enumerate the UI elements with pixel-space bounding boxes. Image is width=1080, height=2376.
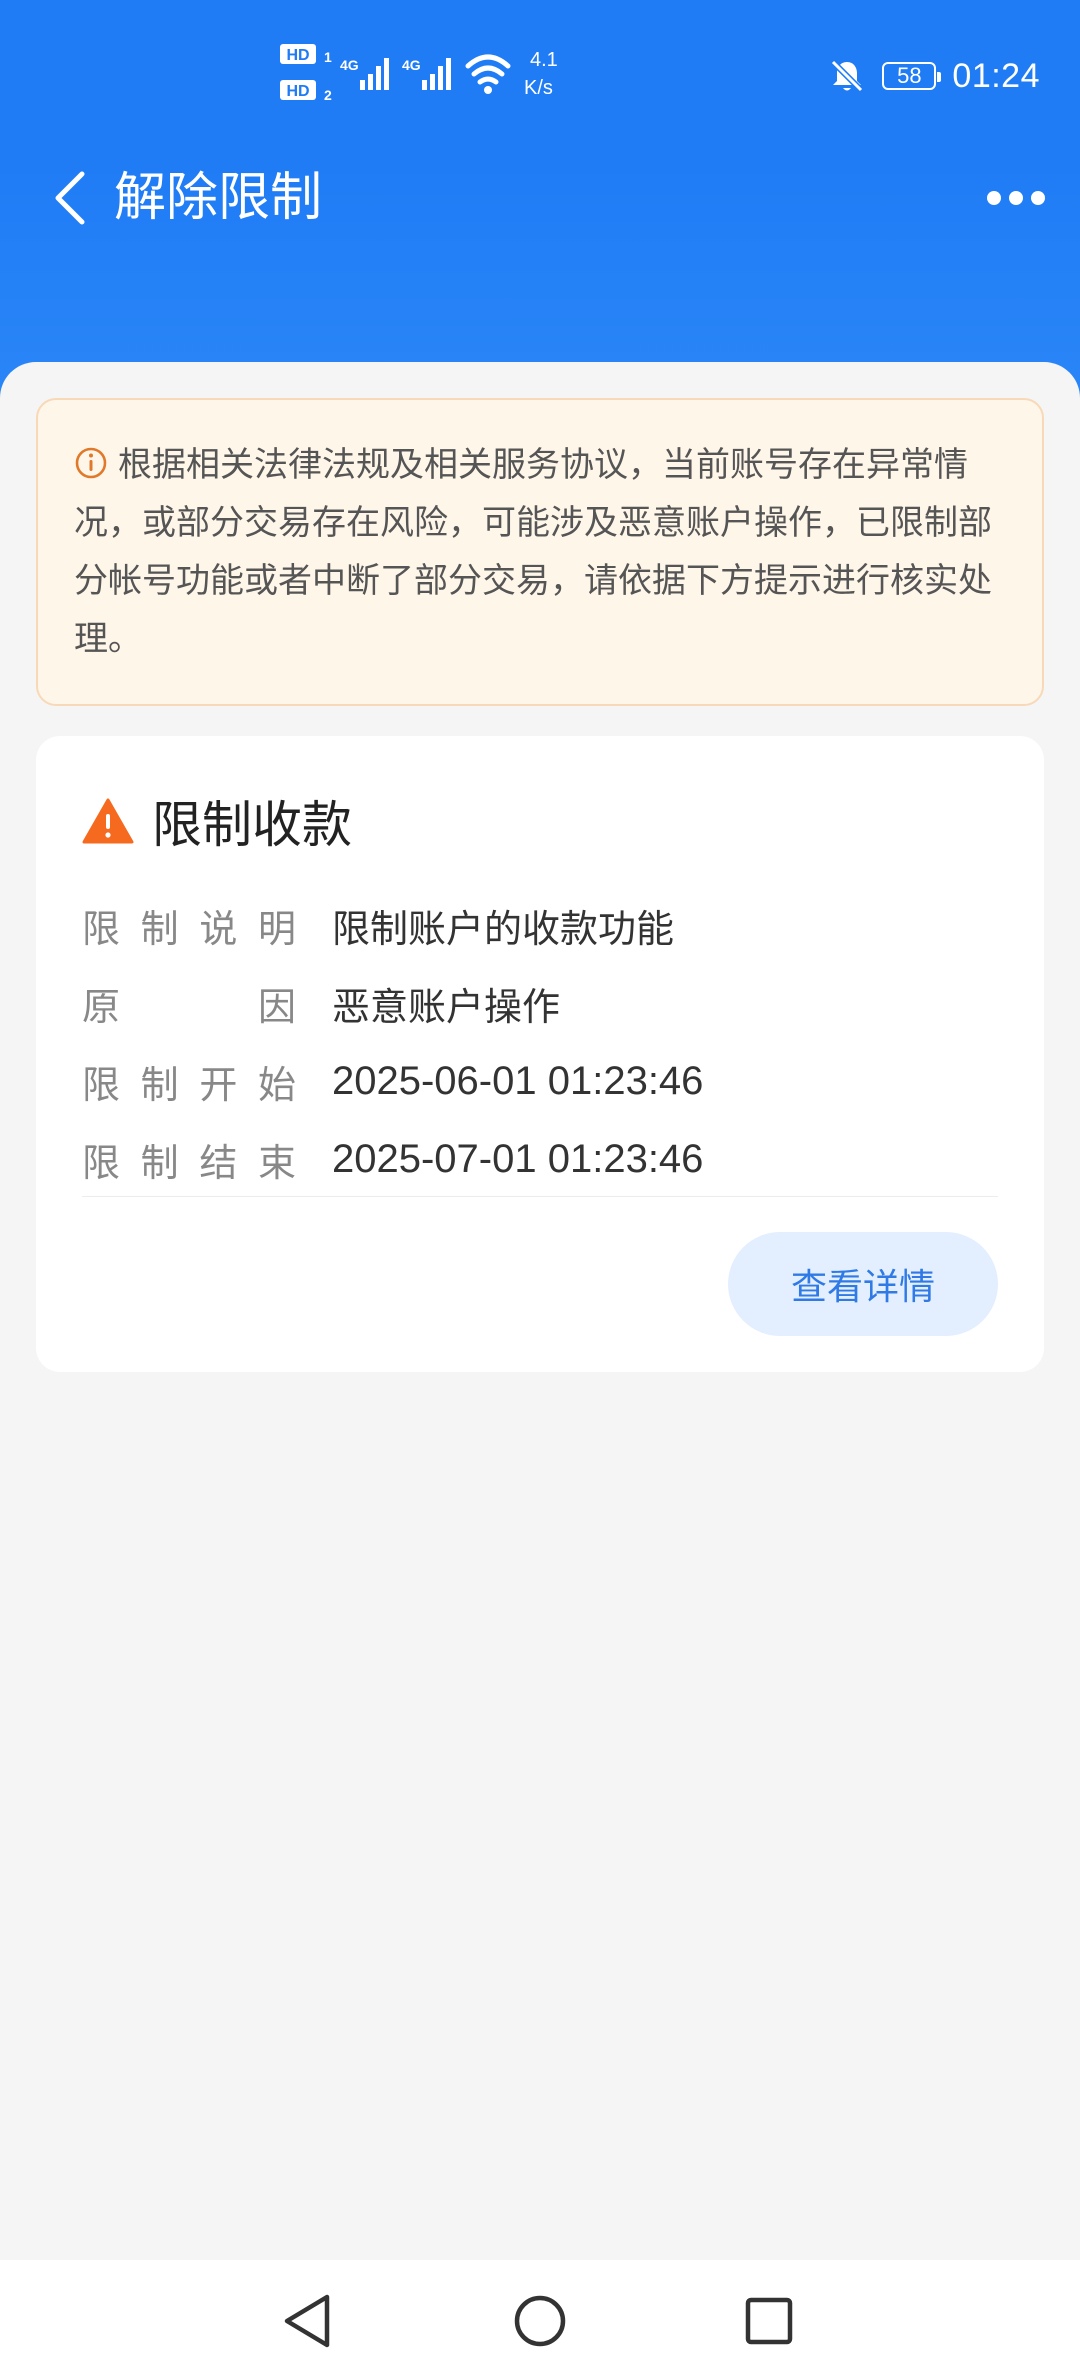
system-recents-button[interactable]: [734, 2286, 804, 2356]
wifi-icon: [465, 54, 511, 85]
recents-square-icon: [745, 2297, 793, 2345]
home-circle-icon: [514, 2295, 566, 2347]
restriction-title: 限制收款: [152, 796, 352, 854]
more-dots-icon: [987, 191, 1045, 205]
sim2-index: 2: [324, 87, 332, 103]
label-char: 限: [82, 1062, 121, 1107]
warning-triangle-icon: [82, 798, 134, 844]
chevron-left-icon: [55, 171, 85, 225]
nav-bar: 解除限制: [0, 140, 1080, 250]
view-details-button[interactable]: 查看详情: [728, 1232, 998, 1336]
label-char: 制: [140, 906, 179, 951]
header-background: HD 1 HD 2 4G 4G 4.1 K/s 58 01:24 解除限制: [0, 0, 1080, 400]
status-bar: HD 1 HD 2 4G 4G 4.1 K/s 58 01:24: [0, 0, 1080, 150]
net-speed-unit: K/s: [524, 77, 553, 99]
status-right: 58 01:24: [828, 46, 1040, 106]
sim1-index: 1: [324, 49, 332, 65]
system-back-button[interactable]: [272, 2286, 342, 2356]
label-char: 因: [257, 984, 296, 1029]
info-label: 限 制 开 始: [82, 1054, 332, 1109]
battery-icon: 58: [882, 62, 942, 90]
label-char: 原: [82, 984, 121, 1029]
back-button[interactable]: [30, 158, 110, 238]
card-divider: [82, 1196, 998, 1197]
more-button[interactable]: [976, 168, 1056, 228]
info-row-description: 限 制 说 明 限制账户的收款功能: [82, 886, 998, 964]
page-title: 解除限制: [114, 168, 323, 228]
sim2-label: HD: [286, 83, 309, 100]
network-type-2: 4G: [402, 57, 421, 73]
label-char: 限: [82, 906, 121, 951]
battery-level: 58: [897, 63, 922, 88]
mute-bell-icon: [831, 59, 864, 93]
content-sheet: 根据相关法律法规及相关服务协议，当前账号存在异常情况，或部分交易存在风险，可能涉…: [0, 362, 1080, 2262]
info-value: 恶意账户操作: [332, 984, 561, 1029]
info-label: 原 因: [82, 976, 332, 1031]
label-char: 结: [199, 1140, 238, 1185]
net-speed-value: 4.1: [530, 49, 558, 71]
card-header: 限制收款: [82, 786, 352, 856]
system-home-button[interactable]: [505, 2286, 575, 2356]
label-char: 束: [257, 1140, 296, 1185]
info-value: 2025-07-01 01:23:46: [332, 1136, 704, 1181]
risk-notice: 根据相关法律法规及相关服务协议，当前账号存在异常情况，或部分交易存在风险，可能涉…: [36, 398, 1044, 706]
info-value: 限制账户的收款功能: [332, 906, 675, 951]
label-char: 说: [199, 906, 238, 951]
info-row-start: 限 制 开 始 2025-06-01 01:23:46: [82, 1042, 998, 1120]
info-row-reason: 原 因 恶意账户操作: [82, 964, 998, 1042]
info-label: 限 制 说 明: [82, 898, 332, 953]
system-nav-bar: [0, 2260, 1080, 2376]
sim1-label: HD: [286, 47, 309, 64]
info-row-end: 限 制 结 束 2025-07-01 01:23:46: [82, 1120, 998, 1198]
notice-text: 根据相关法律法规及相关服务协议，当前账号存在异常情况，或部分交易存在风险，可能涉…: [74, 445, 992, 659]
status-time: 01:24: [952, 56, 1040, 95]
restriction-info: 限 制 说 明 限制账户的收款功能 原 因 恶意账户操作 限 制 开 始 202…: [82, 886, 998, 1198]
restriction-card: 限制收款 限 制 说 明 限制账户的收款功能 原 因 恶意账户操作 限 制 开 …: [36, 736, 1044, 1372]
info-circle-icon: [75, 447, 107, 479]
back-triangle-icon: [284, 2294, 330, 2348]
label-char: 限: [82, 1140, 121, 1185]
network-type-1: 4G: [340, 57, 359, 73]
restriction-page: HD 1 HD 2 4G 4G 4.1 K/s 58 01:24 解除限制 根据…: [0, 0, 1080, 2376]
label-char: 制: [140, 1062, 179, 1107]
label-char: 开: [199, 1062, 238, 1107]
label-char: 明: [257, 906, 296, 951]
label-char: 制: [140, 1140, 179, 1185]
signal-icon: HD 1 HD 2 4G 4G 4.1 K/s: [280, 44, 558, 103]
info-label: 限 制 结 束: [82, 1132, 332, 1187]
info-value: 2025-06-01 01:23:46: [332, 1058, 704, 1103]
label-char: 始: [257, 1062, 296, 1107]
